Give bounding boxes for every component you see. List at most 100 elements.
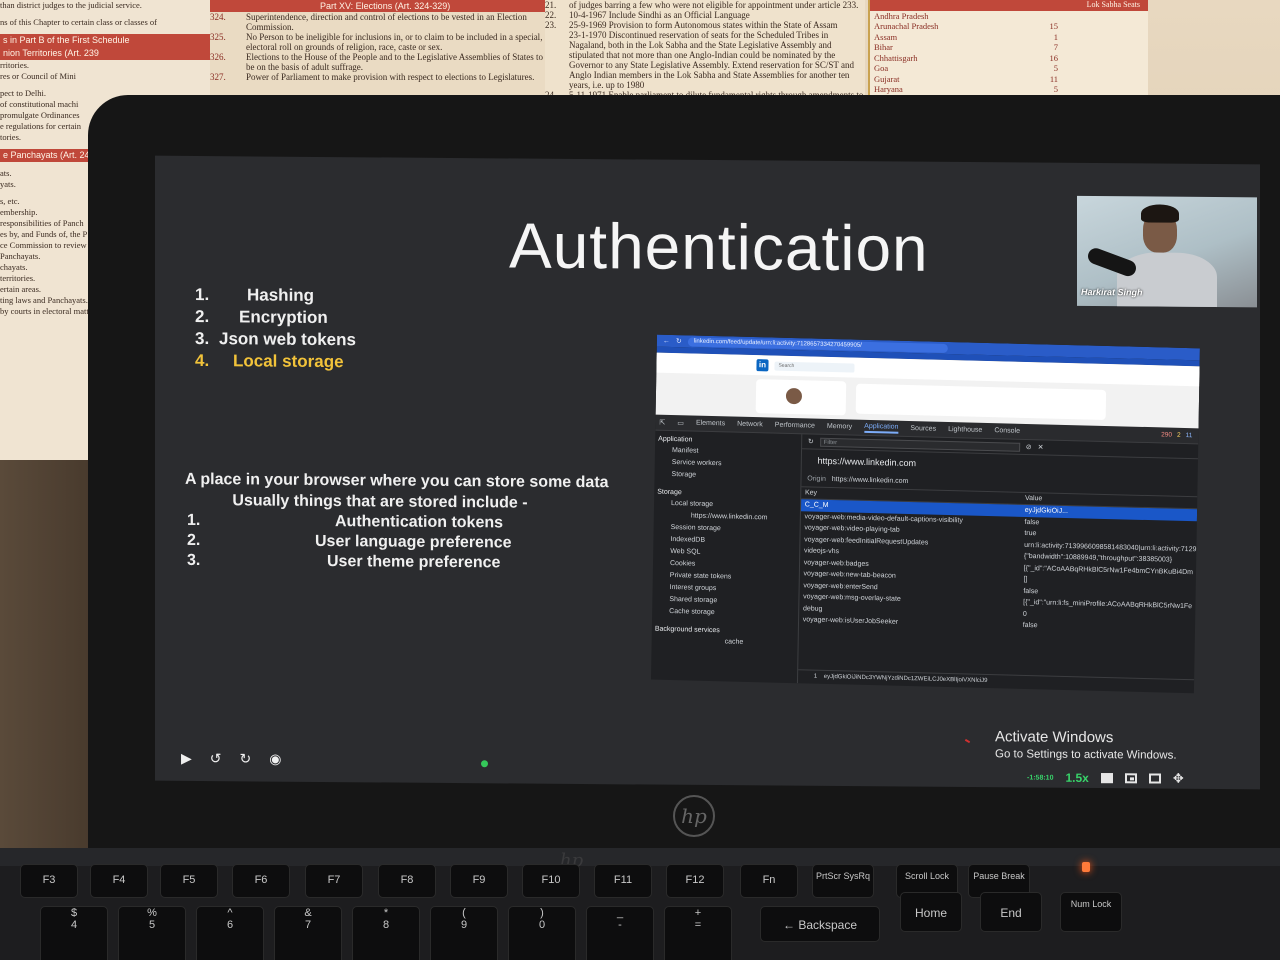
key-shift-label: (: [462, 907, 466, 919]
rewind-icon[interactable]: ↺: [210, 750, 222, 767]
linkedin-search: Search: [774, 361, 855, 373]
devtools-body: Application Manifest Service workers Sto…: [650, 430, 1199, 694]
notes-icon[interactable]: [1100, 773, 1113, 784]
laptop-screen: Authentication 1. Hashing 2. Encryption 3.…: [155, 155, 1260, 790]
hp-logo: hp: [673, 795, 715, 837]
key-main-label: -: [618, 919, 622, 931]
device-icon: ▭: [677, 419, 685, 427]
refresh-icon: ↻: [807, 438, 814, 446]
key-shift-label: ^: [227, 907, 233, 919]
poster-left-line: nion Territories (Art. 239: [0, 47, 210, 60]
playback-speed-button[interactable]: 1.5x: [1065, 771, 1088, 785]
function-key[interactable]: F9: [450, 864, 508, 898]
preview-value: eyJjdGkiOiJiNDc3YWNjYzdiNDc1ZWEiLCJ0eXBl…: [823, 673, 988, 685]
function-key[interactable]: PrtScr SysRq: [812, 864, 874, 898]
volume-icon[interactable]: ◉: [269, 751, 281, 768]
sidebar-item: Storage: [671, 470, 697, 479]
function-key[interactable]: F7: [305, 864, 363, 898]
number-key[interactable]: $4: [40, 906, 108, 960]
poster-state-row: Bihar 7: [870, 42, 1148, 53]
function-key[interactable]: F12: [666, 864, 724, 898]
poster-state-name: Bihar: [874, 42, 893, 52]
poster-state-seats: 5: [1053, 63, 1058, 73]
num-lock-led: [1082, 862, 1090, 872]
function-key[interactable]: F5: [160, 864, 218, 898]
poster-article-number: 324.: [210, 12, 226, 22]
number-key[interactable]: & 7: [274, 906, 342, 960]
forward-icon[interactable]: ↻: [240, 750, 252, 767]
topic-item-highlighted: 4. Local storage: [195, 350, 344, 372]
poster-state-row: Andhra Pradesh: [870, 11, 1148, 22]
poster-state-name: Arunachal Pradesh: [874, 21, 939, 31]
poster-state-row: Gujarat 11: [870, 74, 1148, 85]
poster-state-seats: 16: [1049, 52, 1059, 63]
devtools-tab: Network: [737, 420, 763, 429]
poster-left-line: than district judges to the judicial ser…: [0, 0, 142, 10]
poster-state-name: Chhattisgarh: [874, 52, 918, 63]
number-key[interactable]: ) 0: [508, 906, 576, 960]
function-key[interactable]: F11: [594, 864, 652, 898]
poster-amendment: 23-1-1970 Discontinued reservation of se…: [545, 30, 865, 90]
poster-state-name: Haryana: [874, 84, 903, 94]
devtools-main: ↻ Filter ⊘ ✕ https://www.linkedin.com Or…: [797, 434, 1199, 693]
function-key[interactable]: Fn: [740, 864, 798, 898]
number-key[interactable]: ^ 6: [196, 906, 264, 960]
poster-state-seats: 11: [1049, 73, 1058, 84]
backspace-key[interactable]: ← Backspace: [760, 906, 880, 942]
poster-amendment-number: 21.: [545, 0, 557, 10]
origin-label: Origin: [807, 475, 826, 483]
webcam-overlay: Harkirat Singh: [1077, 195, 1257, 308]
poster-state-name: Assam: [874, 31, 898, 42]
number-key[interactable]: _ -: [586, 906, 654, 960]
number-key[interactable]: + =: [664, 906, 732, 960]
function-key[interactable]: F8: [378, 864, 436, 898]
home-key[interactable]: Home: [900, 892, 962, 932]
poster-state-name: Gujarat: [874, 73, 900, 84]
poster-article-text: Elections to the House of the People and…: [246, 52, 543, 72]
info-count: 11: [1185, 431, 1193, 440]
activate-subtitle: Go to Settings to activate Windows.: [995, 748, 1177, 762]
function-key[interactable]: F3: [20, 864, 78, 898]
poster-state-seats: 5: [1053, 84, 1058, 94]
progress-indicator[interactable]: [481, 760, 488, 768]
key-shift-label: *: [383, 907, 389, 919]
function-key[interactable]: F10: [522, 864, 580, 898]
play-icon[interactable]: ▶: [181, 750, 192, 767]
function-key[interactable]: F4: [90, 864, 148, 898]
presenter-name: Harkirat Singh: [1081, 286, 1143, 298]
key-shift-label: _: [616, 907, 624, 919]
poster-state-name: Goa: [874, 63, 889, 73]
devtools-tab: Memory: [826, 422, 853, 431]
poster-amendment-number: 22.: [545, 10, 557, 20]
poster-left-line: s in Part B of the First Schedule: [0, 34, 210, 47]
end-key[interactable]: End: [980, 892, 1042, 932]
fullscreen-icon[interactable]: ✥: [1173, 771, 1184, 787]
function-key[interactable]: F6: [232, 864, 290, 898]
activate-title: Activate Windows: [995, 728, 1114, 747]
picture-in-picture-icon[interactable]: [1124, 773, 1137, 784]
poster-amendment: 23. 25-9-1969 Provision to form Autonomou…: [545, 20, 865, 30]
num-lock-key[interactable]: Num Lock: [1060, 892, 1122, 932]
key-main-label: 5: [148, 919, 156, 931]
key-shift-label: $: [70, 907, 78, 919]
theater-mode-icon[interactable]: [1148, 773, 1161, 784]
poster-states-header: Lok Sabha Seats: [870, 0, 1148, 11]
poster-article: 327. Power of Parliament to make provisio…: [210, 72, 545, 82]
devtools-badges: 290 2 11: [1161, 431, 1198, 439]
poster-article-number: 325.: [210, 32, 226, 42]
error-count: 290: [1161, 431, 1173, 439]
sidebar-storage-item: Cache storage: [669, 607, 715, 617]
poster-state-row: Assam 1: [870, 32, 1148, 43]
poster-article: 324. Superintendence, direction and contr…: [210, 12, 545, 32]
key-main-label: 6: [226, 919, 234, 931]
clear-icon: ⊘: [1025, 443, 1032, 452]
number-key[interactable]: (9: [430, 906, 498, 960]
poster-article: 325. No Person to be ineligible for inclu…: [210, 32, 545, 52]
poster-amendment-text: 25-9-1969 Provision to form Autonomous s…: [569, 20, 838, 30]
number-key[interactable]: * 8: [352, 906, 420, 960]
poster-amendment-text: 23-1-1970 Discontinued reservation of se…: [569, 30, 854, 90]
key-shift-label: +: [694, 907, 702, 919]
number-key[interactable]: % 5: [118, 906, 186, 960]
origin-value: https://www.linkedin.com: [831, 476, 909, 485]
linkedin-logo: in: [756, 359, 769, 372]
